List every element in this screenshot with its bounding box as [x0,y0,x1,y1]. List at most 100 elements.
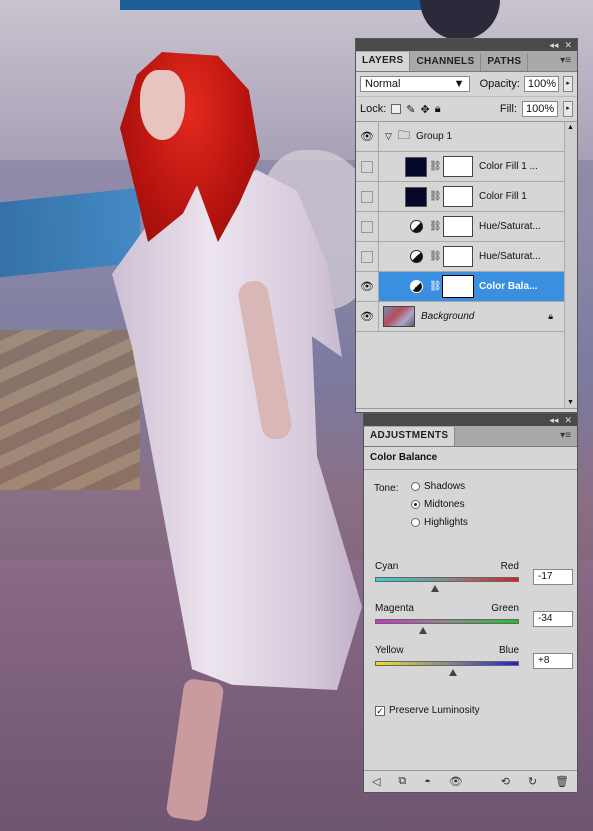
preserve-luminosity-checkbox[interactable]: ✓ Preserve Luminosity [375,705,480,716]
layer-list: 👁︎ ▽ 🗀 Group 1 ⛓︎ Color Fill 1 ... ⛓︎ Co… [356,122,577,408]
adjustment-icon [405,277,427,297]
visibility-toggle[interactable] [356,212,379,241]
opacity-input[interactable]: 100% [523,76,560,92]
lock-brush-icon[interactable]: ✎ [406,103,415,116]
radio-shadows[interactable]: Shadows [411,481,465,492]
back-arrow-icon[interactable]: ◁ [372,775,380,788]
panel-menu-icon[interactable]: ▾≡ [560,55,571,66]
panel-titlebar[interactable]: ◂◂ ✕ [364,414,577,426]
visibility-toggle[interactable] [356,152,379,181]
visibility-toggle[interactable]: 👁︎ [356,272,379,301]
layer-name: Group 1 [415,131,453,142]
layer-mask-thumbnail[interactable] [443,246,473,267]
collapse-icon[interactable]: ◂◂ [549,415,558,426]
slider-right-label: Blue [498,645,519,656]
close-icon[interactable]: ✕ [564,415,572,426]
link-icon[interactable]: ⛓︎ [429,281,442,292]
layers-scrollbar[interactable]: ▲ ▼ [564,122,577,408]
layer-row-hue-saturation-1[interactable]: ⛓︎ Hue/Saturat... [356,212,577,242]
slider-value-input[interactable]: -17 [533,569,573,585]
tab-layers[interactable]: LAYERS [356,52,411,71]
trash-icon[interactable]: 🗑︎ [555,775,569,788]
lock-transparency-icon[interactable] [391,104,402,114]
opacity-slider-button[interactable]: ▸ [563,76,573,92]
visibility-toggle[interactable] [356,182,379,211]
hidden-box-icon [361,160,373,173]
slider-thumb[interactable] [418,627,427,634]
layer-row-group-1[interactable]: 👁︎ ▽ 🗀 Group 1 [356,122,577,152]
layer-row-hue-saturation-2[interactable]: ⛓︎ Hue/Saturat... [356,242,577,272]
lock-label: Lock: [360,103,387,115]
close-icon[interactable]: ✕ [564,40,572,51]
hidden-box-icon [361,190,373,203]
tone-label: Tone: [374,483,399,494]
blend-mode-select[interactable]: Normal ▼ [360,76,470,92]
link-icon[interactable]: ⛓︎ [429,251,442,262]
layer-mask-thumbnail[interactable] [443,186,473,207]
checkbox-checked-icon: ✓ [375,705,385,716]
eye-icon[interactable]: 👁︎ [449,775,463,788]
layer-name: Color Fill 1 [479,191,527,202]
layer-row-color-balance[interactable]: 👁︎ ⛓︎ Color Bala... [356,272,577,302]
tab-paths[interactable]: PATHS [481,53,529,71]
slider-right-label: Red [500,561,519,572]
link-icon[interactable]: ⛓︎ [429,221,442,232]
previous-state-icon[interactable]: ⟲ [501,775,510,788]
slider-track[interactable] [375,577,519,582]
scroll-up-icon[interactable]: ▲ [567,124,574,131]
slider-track[interactable] [375,619,519,624]
radio-midtones[interactable]: Midtones [411,499,465,510]
fill-input[interactable]: 100% [522,101,558,117]
fill-label: Fill: [499,103,517,115]
hidden-box-icon [361,220,373,233]
slider-value-input[interactable]: +8 [533,653,573,669]
layer-row-color-fill-copy[interactable]: ⛓︎ Color Fill 1 ... [356,152,577,182]
layers-panel: ◂◂ ✕ LAYERS CHANNELS PATHS ▾≡ Normal ▼ Op… [355,38,578,427]
layer-name: Color Bala... [479,281,538,292]
face [140,70,185,140]
slider-track[interactable] [375,661,519,666]
layer-row-color-fill[interactable]: ⛓︎ Color Fill 1 [356,182,577,212]
layer-mask-thumbnail[interactable] [442,275,474,298]
lock-all-icon[interactable]: 🔒︎ [435,103,441,116]
scroll-down-icon[interactable]: ▼ [567,399,574,406]
visibility-toggle[interactable] [356,242,379,271]
eye-icon: 👁︎ [360,131,374,143]
hidden-box-icon [361,250,373,263]
wooden-pallets [0,330,140,490]
yellow-blue-slider: Yellow Blue +8 [375,645,573,676]
magenta-green-slider: Magenta Green -34 [375,603,573,634]
panel-menu-icon[interactable]: ▾≡ [560,430,571,441]
eye-icon: 👁︎ [360,281,374,293]
slider-thumb[interactable] [448,669,457,676]
layer-name: Color Fill 1 ... [479,161,538,172]
tab-channels[interactable]: CHANNELS [410,53,482,71]
layer-mask-thumbnail[interactable] [443,156,473,177]
disclosure-triangle-icon[interactable]: ▽ [385,131,392,142]
slider-left-label: Cyan [375,561,399,572]
radio-label: Highlights [424,517,468,528]
link-icon[interactable]: ⛓︎ [429,191,442,202]
color-fill-thumbnail [405,186,427,207]
collapse-icon[interactable]: ◂◂ [549,40,558,51]
slider-value-input[interactable]: -34 [533,611,573,627]
mask-icon[interactable]: ◓ [424,776,431,788]
lock-icon: 🔒︎ [548,311,553,321]
reset-icon[interactable]: ↻ [528,775,537,788]
clip-to-layer-icon[interactable]: ⧉ [398,775,406,788]
link-icon[interactable]: ⛓︎ [429,161,442,172]
tab-adjustments[interactable]: ADJUSTMENTS [364,427,456,446]
lock-move-icon[interactable]: ✥ [421,103,430,116]
radio-highlights[interactable]: Highlights [411,517,468,528]
radio-button-icon [411,482,420,491]
layers-tabs: LAYERS CHANNELS PATHS ▾≡ [356,51,577,72]
layer-row-background[interactable]: 👁︎ Background 🔒︎ [356,302,577,332]
layer-mask-thumbnail[interactable] [443,216,473,237]
visibility-toggle[interactable]: 👁︎ [356,302,379,331]
slider-thumb[interactable] [430,585,439,592]
panel-titlebar[interactable]: ◂◂ ✕ [356,39,577,51]
preserve-luminosity-label: Preserve Luminosity [389,705,480,716]
fill-slider-button[interactable]: ▸ [563,101,573,117]
layer-name: Background [421,311,475,322]
visibility-toggle[interactable]: 👁︎ [356,122,379,151]
